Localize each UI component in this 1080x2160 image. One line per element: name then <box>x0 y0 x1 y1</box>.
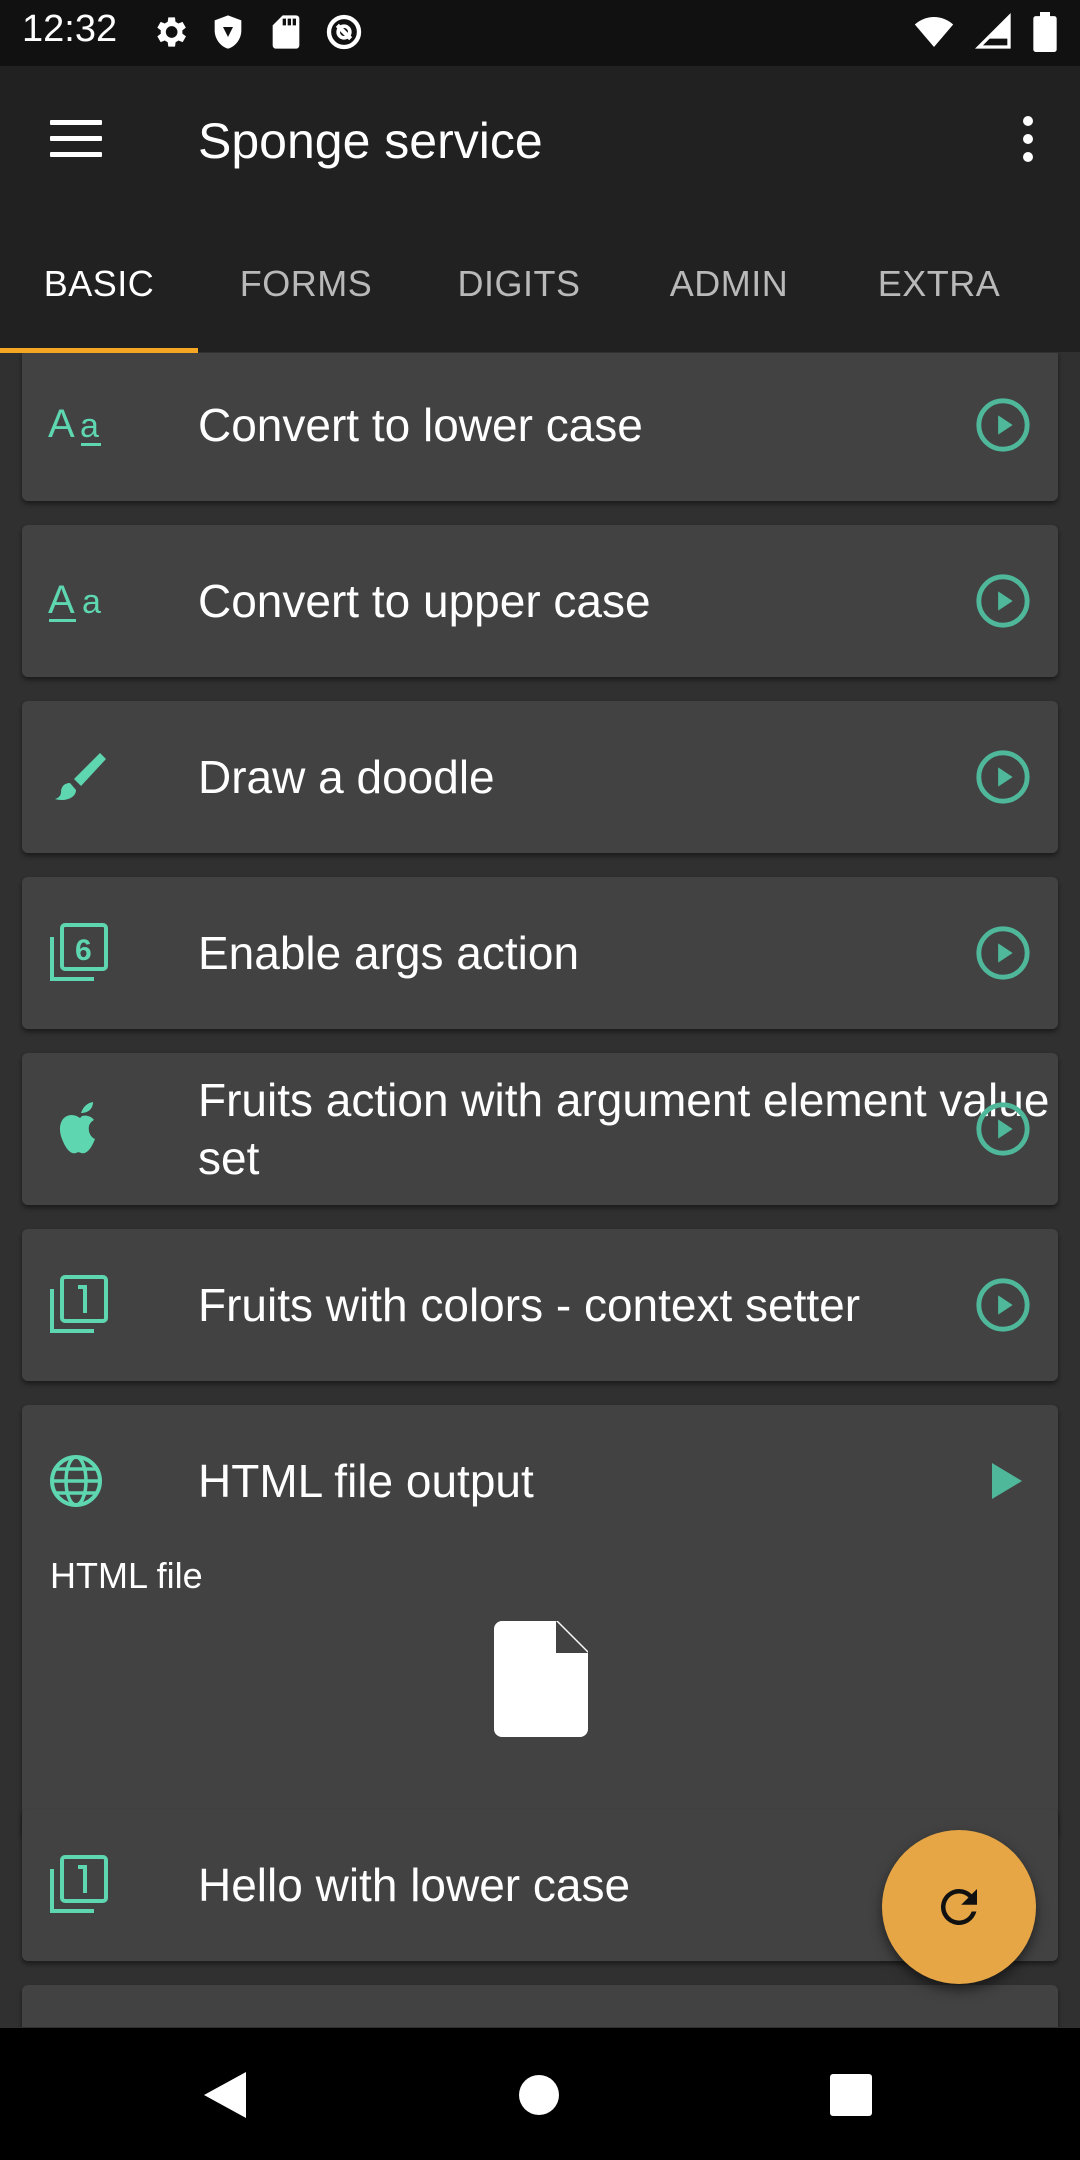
status-left-icons <box>150 12 364 52</box>
tab-forms[interactable]: FORMS <box>212 216 400 352</box>
filter-1-icon <box>50 1855 108 1913</box>
sd-card-icon <box>272 15 300 49</box>
svg-text:A: A <box>48 578 75 622</box>
home-icon[interactable] <box>518 2074 560 2116</box>
action-card-convert-upper[interactable]: A a Convert to upper case <box>22 525 1058 677</box>
apple-icon <box>59 1102 95 1154</box>
svg-text:6: 6 <box>75 934 92 967</box>
page-title: Sponge service <box>198 113 543 169</box>
action-label: HTML file output <box>198 1455 534 1507</box>
action-label: Convert to upper case <box>198 575 651 627</box>
tab-bar: BASIC FORMS DIGITS ADMIN EXTRA <box>0 216 1080 352</box>
format-lowercase-icon: A a <box>48 402 101 446</box>
format-uppercase-icon: A a <box>48 578 101 622</box>
play-circle-icon[interactable] <box>974 1100 1032 1158</box>
action-label: Hello with lower case <box>198 1859 631 1911</box>
action-card-partial[interactable] <box>22 1985 1058 2027</box>
data-saver-icon <box>326 14 362 50</box>
brush-icon <box>55 753 106 800</box>
battery-icon <box>1033 12 1057 52</box>
settings-icon <box>157 17 186 47</box>
play-circle-icon[interactable] <box>974 924 1032 982</box>
action-card-fruits-arg[interactable]: Fruits action with argument element valu… <box>22 1053 1058 1205</box>
action-card-draw-doodle[interactable]: Draw a doodle <box>22 701 1058 853</box>
status-time: 12:32 <box>22 8 118 50</box>
shield-icon <box>214 15 242 49</box>
play-icon[interactable] <box>980 1457 1028 1505</box>
play-circle-icon[interactable] <box>974 748 1032 806</box>
action-card-fruits-colors[interactable]: Fruits with colors - context setter <box>22 1229 1058 1381</box>
action-card-html-output[interactable]: HTML file output HTML file <box>22 1405 1058 1837</box>
action-label: Draw a doodle <box>198 751 495 803</box>
svg-text:a: a <box>80 407 99 445</box>
more-options-icon[interactable] <box>1018 116 1038 170</box>
status-bar: 12:32 <box>0 0 1080 66</box>
action-card-convert-lower[interactable]: A a Convert to lower case <box>22 353 1058 501</box>
globe-icon <box>50 1455 102 1507</box>
tab-basic[interactable]: BASIC <box>0 216 198 352</box>
result-label: HTML file <box>50 1555 203 1596</box>
menu-icon[interactable] <box>50 120 102 162</box>
play-circle-icon[interactable] <box>974 1276 1032 1334</box>
cell-signal-icon <box>974 12 1011 49</box>
play-circle-icon[interactable] <box>974 572 1032 630</box>
action-label: Enable args action <box>198 927 580 979</box>
refresh-icon <box>940 1889 977 1925</box>
play-circle-icon[interactable] <box>974 396 1032 454</box>
tab-digits[interactable]: DIGITS <box>420 216 618 352</box>
status-right-icons <box>912 12 1058 52</box>
app-bar: Sponge service <box>0 66 1080 216</box>
filter-1-icon <box>50 1275 108 1333</box>
recents-icon[interactable] <box>830 2074 872 2116</box>
back-icon[interactable] <box>204 2072 248 2118</box>
wifi-icon <box>914 17 954 47</box>
action-list[interactable]: A a Convert to lower case A a Convert to… <box>0 353 1080 2027</box>
system-nav-bar <box>0 2028 1080 2160</box>
refresh-button[interactable] <box>882 1830 1036 1984</box>
file-icon[interactable] <box>494 1621 588 1737</box>
action-label: Fruits action with argument element valu… <box>198 1074 1050 1184</box>
tab-admin[interactable]: ADMIN <box>630 216 828 352</box>
action-label: Convert to lower case <box>198 399 643 451</box>
action-label: Fruits with colors - context setter <box>198 1279 861 1331</box>
svg-text:A: A <box>48 402 75 446</box>
svg-text:a: a <box>82 583 101 621</box>
action-card-enable-args[interactable]: 6 Enable args action <box>22 877 1058 1029</box>
filter-6-icon: 6 <box>50 923 108 981</box>
tab-extra[interactable]: EXTRA <box>840 216 1038 352</box>
